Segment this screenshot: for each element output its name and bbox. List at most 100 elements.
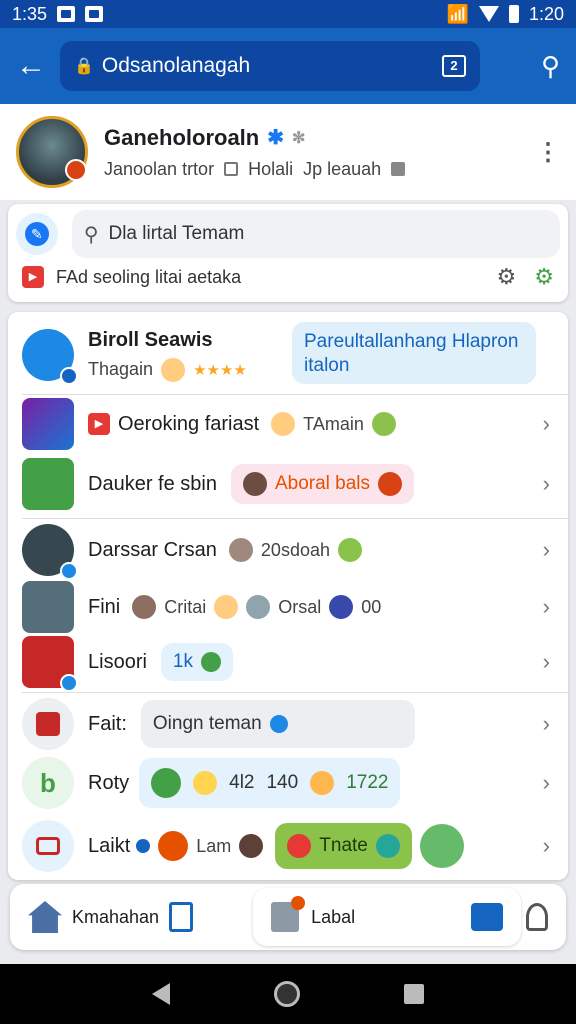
profile-header: Ganeholoroaln ✱ ✻ Janoolan trtor Holali … — [0, 104, 576, 200]
nav-tab[interactable]: Labal — [253, 888, 521, 946]
list-item[interactable]: Biroll Seawis Thagain ★★★★ Pareultallanh… — [8, 322, 568, 388]
figure-icon — [310, 771, 335, 795]
divider — [22, 692, 568, 693]
list-item-meta: Thagain — [88, 359, 154, 379]
list-item[interactable]: ▶ Oeroking fariast TAmain › — [8, 398, 568, 450]
list-item[interactable]: Darssar Crsan 20sdoah › — [8, 524, 568, 580]
gear-icon[interactable]: ⚙ — [497, 264, 517, 290]
home-button-icon[interactable] — [274, 981, 300, 1007]
status-time: 1:35 — [12, 3, 48, 24]
status-bubble: Aboral bals — [230, 464, 415, 504]
avatar-emoji-icon — [242, 472, 267, 496]
back-icon[interactable] — [152, 983, 170, 1005]
bag-icon — [375, 834, 400, 858]
stat-value-3: 1722 — [346, 772, 389, 793]
link-icon — [151, 768, 182, 798]
list-item-title: Biroll Seawis — [88, 328, 213, 351]
action-bubble[interactable]: Tnate — [275, 823, 412, 869]
list-item-title: Fait: — [88, 712, 127, 735]
rating-stars: ★★★★ — [193, 361, 247, 379]
devil-emoji-icon — [287, 834, 312, 858]
nav-home-label: Kmahahan — [72, 906, 160, 927]
gear-badge-icon — [246, 595, 271, 619]
list-item-title: Fini — [88, 595, 121, 618]
download-icon — [201, 652, 221, 672]
list-item-title: Roty — [88, 771, 130, 794]
search-card: ✎ ⚲ Dla lirtal Temam ▶ FAd seoling litai… — [8, 204, 568, 302]
profile-name: Ganeholoroaln — [104, 124, 260, 150]
search-input[interactable]: ⚲ Dla lirtal Temam — [71, 210, 560, 258]
list-item[interactable]: Lisoori 1k › — [8, 636, 568, 692]
search-glass-icon: ⚲ — [83, 223, 99, 246]
chevron-right-icon: › — [542, 833, 550, 858]
list-item-meta: Lam — [196, 835, 232, 856]
dice-icon — [22, 698, 74, 750]
game-thumbnail — [22, 458, 74, 510]
verified-badge-icon: ✱ — [267, 127, 285, 149]
chevron-right-icon: › — [542, 411, 550, 436]
list-item[interactable]: Fait: Oingn teman › — [8, 698, 568, 750]
game-thumbnail — [22, 398, 74, 450]
stat-value-1: 4l2 — [229, 772, 255, 793]
messenger-icon[interactable]: ✎ — [16, 213, 58, 255]
list-item-title: Laikt — [88, 834, 131, 857]
page-icon — [224, 162, 239, 176]
status-clock: 1:20 — [528, 3, 564, 24]
count-bubble: 1k — [160, 643, 233, 681]
person-emoji-icon — [228, 538, 253, 562]
chevron-right-icon: › — [542, 711, 550, 736]
green-emoji-icon — [371, 412, 396, 436]
smile-emoji-icon — [161, 357, 186, 382]
url-bar[interactable]: 🔒 Odsanolanagah 2 — [60, 41, 480, 91]
share-icon[interactable] — [419, 824, 464, 868]
chevron-right-icon: › — [542, 471, 550, 496]
list-item-meta: TAmain — [303, 413, 364, 434]
list-item-title: Darssar Crsan — [88, 538, 217, 561]
bubble-text: 1k — [172, 651, 193, 672]
b-logo-icon: b — [22, 757, 74, 809]
globe-icon — [329, 595, 354, 619]
list-item[interactable]: Laikt Lam Tnate › — [8, 818, 568, 874]
signal-icon — [478, 6, 499, 22]
profile-icon[interactable] — [526, 903, 548, 931]
list-item[interactable]: Fini Critai Orsal 00 › — [8, 581, 568, 633]
video-icon: ▶ — [88, 413, 110, 435]
nav-home[interactable]: Kmahahan — [28, 901, 194, 933]
list-item-meta-3: 00 — [361, 596, 382, 617]
chevron-right-icon: › — [542, 649, 550, 674]
nav-tab-label: Labal — [311, 906, 356, 927]
search-icon[interactable]: ⚲ — [541, 51, 560, 82]
list-item-meta: 20sdoah — [260, 539, 330, 560]
contact-avatar — [22, 524, 78, 580]
video-icon: ▶ — [22, 266, 44, 288]
wifi-icon: 📶 — [446, 3, 469, 24]
list-item-title: Dauker fe sbin — [88, 472, 217, 495]
info-icon — [269, 715, 288, 733]
list-item-meta: Critai — [164, 596, 207, 617]
game-thumbnail — [22, 581, 74, 633]
chevron-right-icon: › — [542, 537, 550, 562]
list-item[interactable]: b Roty 4l2 140 1722 › — [8, 756, 568, 810]
more-options-icon[interactable]: ⋮ — [536, 138, 560, 167]
profile-avatar[interactable] — [16, 116, 88, 188]
shop-icon[interactable] — [471, 903, 504, 931]
tabs-count-button[interactable]: 2 — [442, 55, 466, 77]
card-icon — [22, 820, 74, 872]
system-nav-bar — [0, 964, 576, 1024]
app-notification-icon — [85, 6, 104, 22]
divider — [22, 394, 568, 395]
search-suggestion[interactable]: FAd seoling litai aetaka — [56, 267, 241, 288]
bottom-nav: Kmahahan Labal — [10, 884, 566, 950]
bubble-text: Aboral bals — [274, 473, 371, 494]
list-item[interactable]: Dauker fe sbin Aboral bals › — [8, 458, 568, 510]
back-arrow-icon[interactable]: ← — [16, 49, 60, 83]
emoji-icon — [271, 412, 296, 436]
tool-icon — [239, 834, 264, 858]
contact-avatar — [22, 329, 78, 385]
dot-icon — [136, 839, 151, 853]
recents-icon[interactable] — [404, 984, 424, 1004]
sticker-icon — [378, 472, 403, 496]
search-placeholder: Dla lirtal Temam — [108, 223, 245, 244]
refresh-icon[interactable]: ⚙ — [534, 264, 554, 290]
chevron-right-icon: › — [542, 594, 550, 619]
